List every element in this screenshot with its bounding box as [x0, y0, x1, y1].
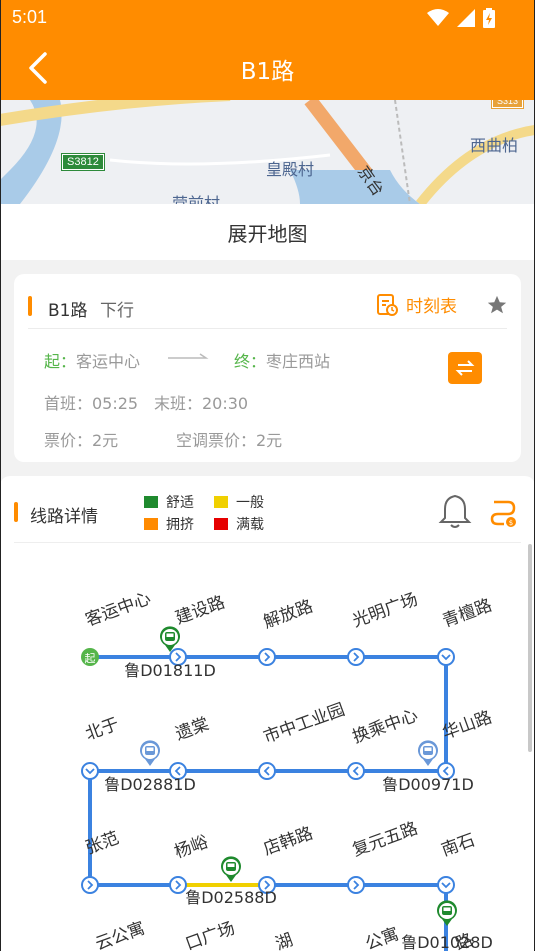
stop-name: 光明广场 — [350, 590, 421, 632]
stop-name: 换乘中心 — [350, 706, 421, 748]
map-label: 西曲柏 — [470, 136, 519, 155]
stop-name: 口广场 — [183, 918, 238, 951]
stop-name: 市中工业园 — [261, 700, 348, 748]
page-title: B1路 — [240, 59, 295, 85]
start-stop-name: 客运中心 — [76, 352, 141, 371]
bus-id: 鲁D01811D — [124, 661, 216, 680]
stop-name: 青檀路 — [440, 595, 495, 631]
timetable-label: 时刻表 — [406, 297, 457, 317]
route-map[interactable]: S3812 S313 皇殿村 西曲柏 营前村 京台 — [0, 100, 535, 204]
map-label: 皇殿村 — [266, 160, 315, 179]
stop-name: 解放路 — [261, 596, 316, 632]
road-badge: S313 — [490, 100, 525, 109]
swap-direction-button[interactable] — [448, 352, 482, 384]
direction-arrow-icon — [168, 353, 209, 359]
stop-node[interactable] — [347, 648, 365, 666]
bus-id: 鲁D02588D — [185, 888, 277, 907]
accent-bar — [28, 296, 32, 316]
bus-id: 鲁D00971D — [382, 775, 474, 794]
ac-fare: 空调票价：2元 — [176, 431, 283, 450]
bus-icon-window — [443, 907, 451, 911]
stop-node[interactable] — [258, 762, 276, 780]
route-diagram: 起客运中心 建设路 解放路 光明广场 青檀路华山路换乘中心市中工业园遗棠北于张范 杨峪 店韩… — [81, 589, 495, 951]
stop-name: 杨峪 — [172, 832, 211, 862]
app-bar: B1路 — [0, 36, 535, 100]
timetable-button[interactable]: 时刻表 — [376, 292, 457, 317]
battery-icon — [483, 8, 495, 28]
line-detail-card: 线路详情 舒适 一般 拥挤 满载 $ 起客运中心 建设路 解放路 光明广场 青檀路 华山路… — [0, 476, 535, 951]
swap-icon — [455, 360, 475, 376]
bus-icon-window — [166, 633, 174, 637]
stop-node[interactable] — [437, 876, 455, 894]
start-tag: 起： — [44, 352, 77, 371]
stop-node[interactable] — [258, 648, 276, 666]
bus-id: 鲁D02881D — [104, 775, 196, 794]
stop-name: 北于 — [83, 714, 122, 744]
road-badge: S3812 — [61, 153, 105, 171]
end-stop-name: 枣庄西站 — [266, 352, 331, 371]
bus-icon-window — [424, 747, 432, 751]
stop-name: 客运中心 — [83, 589, 154, 631]
stop-node[interactable] — [81, 876, 99, 894]
status-time: 5:01 — [12, 7, 48, 27]
status-bar: 5:01 — [0, 0, 535, 36]
stop-name: 遗棠 — [173, 714, 212, 744]
start-stop: 起：客运中心 — [44, 348, 140, 372]
stop-name: 湖 — [273, 930, 296, 951]
route-direction: 下行 — [100, 301, 134, 321]
last-bus-time: 末班：20:30 — [154, 394, 249, 413]
start-marker-label: 起 — [85, 652, 96, 665]
signal-icon — [457, 9, 475, 27]
bus-id: 鲁D01028D — [401, 933, 493, 951]
bus-icon-window — [227, 863, 235, 867]
map-label: 营前村 — [172, 194, 221, 204]
stop-node[interactable] — [169, 876, 187, 894]
expand-map-button[interactable]: 展开地图 — [0, 204, 535, 260]
stop-name: 华山路 — [440, 707, 495, 743]
stop-node[interactable] — [347, 762, 365, 780]
timetable-icon — [377, 293, 398, 316]
bus-icon-window — [146, 747, 154, 751]
stop-name: 店韩路 — [261, 823, 316, 859]
end-tag: 终： — [234, 352, 267, 371]
stop-node[interactable] — [81, 762, 99, 780]
divider — [28, 328, 507, 329]
stop-name: 云公寓 — [93, 918, 148, 951]
stop-name: 复元五路 — [350, 819, 421, 861]
wifi-icon — [427, 9, 449, 26]
route-info-card: B1路 下行 时刻表 起：客运中心 终：枣庄西站 首班：05:25 末班：20:… — [14, 274, 521, 462]
stop-name: 建设路 — [173, 592, 228, 628]
status-icons — [427, 8, 495, 28]
stop-node[interactable] — [437, 648, 455, 666]
star-icon[interactable] — [486, 294, 508, 316]
fare: 票价：2元 — [44, 431, 119, 450]
stop-name: 南石 — [439, 830, 478, 860]
route-name: B1路 — [48, 301, 88, 321]
stop-name: 公寓 — [363, 924, 402, 951]
first-bus-time: 首班：05:25 — [44, 394, 139, 413]
end-stop: 终：枣庄西站 — [234, 348, 330, 372]
stop-node[interactable] — [347, 876, 365, 894]
map-background — [0, 100, 535, 204]
